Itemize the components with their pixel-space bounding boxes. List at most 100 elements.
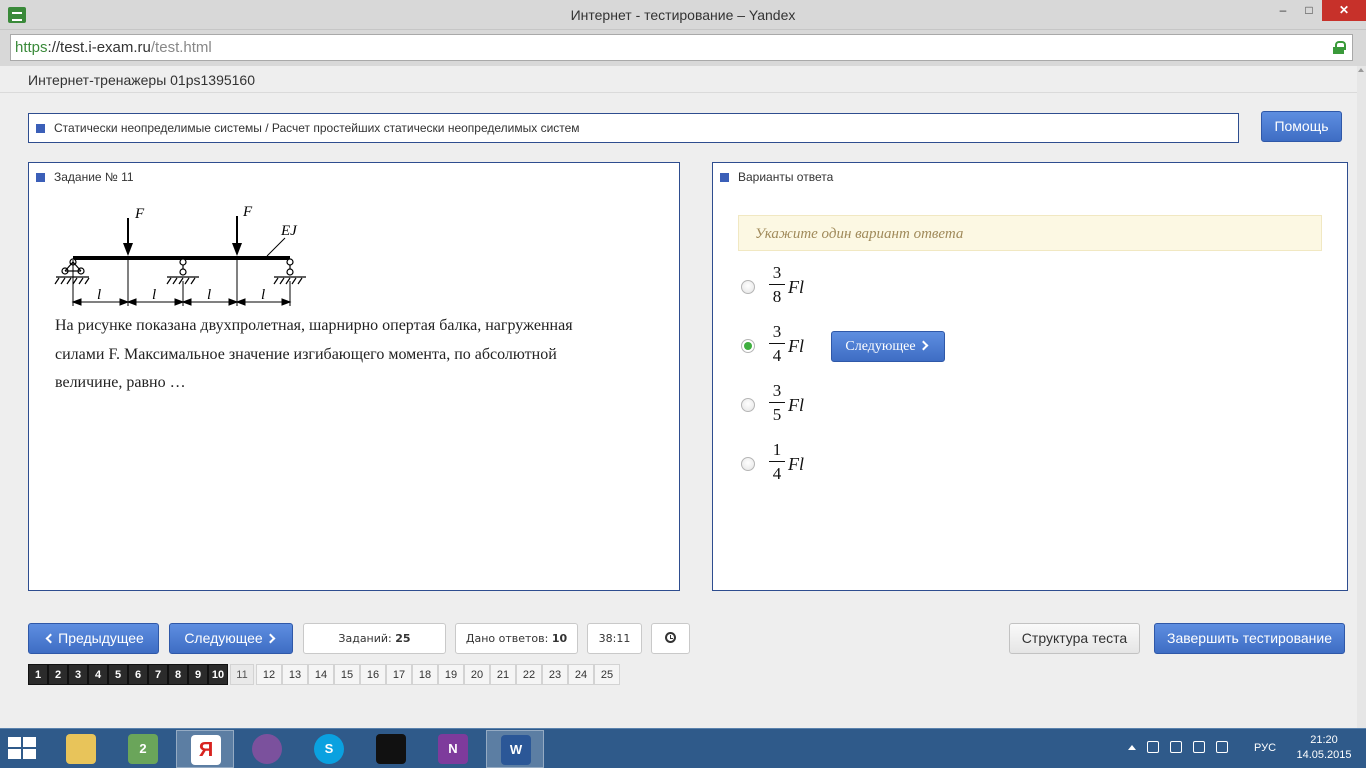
answer-next-button[interactable]: Следующее (831, 331, 945, 362)
answer-option-3[interactable]: 3 5 Fl (741, 381, 861, 433)
taskbar-maps[interactable]: 2 (114, 730, 172, 768)
volume-icon[interactable] (1216, 741, 1228, 753)
start-button[interactable] (8, 737, 38, 761)
chevron-right-icon (918, 340, 929, 351)
clock-time: 21:20 (1310, 734, 1338, 746)
tray-expand-icon[interactable] (1128, 744, 1136, 750)
force-label-2: F (242, 204, 253, 220)
radio-option-1[interactable] (741, 280, 755, 294)
alien-icon (376, 734, 406, 764)
page-button[interactable]: 14 (308, 664, 334, 685)
topic-text: Статически неопределимые системы / Расче… (54, 121, 580, 135)
page-button[interactable]: 17 (386, 664, 412, 685)
span-label-3: l (207, 287, 211, 303)
page-button[interactable]: 13 (282, 664, 308, 685)
radio-option-4[interactable] (741, 457, 755, 471)
taskbar-word[interactable]: W (486, 730, 544, 768)
page-button[interactable]: 15 (334, 664, 360, 685)
url-scheme: https (15, 39, 48, 56)
url-field[interactable]: https://test.i-exam.ru/test.html (10, 34, 1353, 61)
page-button[interactable]: 19 (438, 664, 464, 685)
close-button[interactable]: ✕ (1322, 0, 1366, 21)
flag-icon[interactable] (1147, 741, 1159, 753)
page-button[interactable]: 18 (412, 664, 438, 685)
topic-title: Статически неопределимые системы / Расче… (36, 121, 580, 135)
taskbar-skype[interactable]: S (300, 730, 358, 768)
numerator: 3 (772, 322, 782, 341)
battery-icon[interactable] (1170, 741, 1182, 753)
windows-logo-pane (8, 737, 21, 747)
answer-option-4[interactable]: 1 4 Fl (741, 440, 861, 492)
numerator: 3 (772, 263, 782, 282)
network-icon[interactable] (1193, 741, 1205, 753)
span-label-2: l (152, 287, 156, 303)
span-label-1: l (97, 287, 101, 303)
page-button-answered[interactable]: 1 (28, 664, 48, 685)
windows-logo-pane (23, 749, 36, 759)
topic-panel: Статически неопределимые системы / Расче… (28, 113, 1239, 143)
answered-count-box: Дано ответов: 10 (455, 623, 578, 654)
fraction-bar (769, 402, 785, 403)
minimize-button[interactable]: – (1270, 0, 1296, 21)
previous-button[interactable]: Предыдущее (28, 623, 159, 654)
page-button-answered[interactable]: 8 (168, 664, 188, 685)
page-button[interactable]: 25 (594, 664, 620, 685)
numerator: 1 (772, 440, 782, 459)
test-structure-button[interactable]: Структура теста (1009, 623, 1140, 654)
page-button[interactable]: 12 (256, 664, 282, 685)
answered-count: 10 (551, 632, 568, 645)
finish-test-button[interactable]: Завершить тестирование (1154, 623, 1345, 654)
option-suffix: Fl (788, 336, 804, 356)
page-button[interactable]: 22 (516, 664, 542, 685)
radio-option-2[interactable] (741, 339, 755, 353)
windows-taskbar: 2 Я S N W РУС 21:20 14.05.2015 (0, 728, 1366, 768)
page-button[interactable]: 16 (360, 664, 386, 685)
taskbar-galaxy[interactable] (362, 730, 420, 768)
taskbar-onenote[interactable]: N (424, 730, 482, 768)
page-button-answered[interactable]: 10 (208, 664, 228, 685)
tasks-count: 25 (395, 632, 411, 645)
page-title: Интернет-тренажеры 01ps1395160 (28, 72, 256, 88)
page-button[interactable]: 24 (568, 664, 594, 685)
fraction-bar (769, 461, 785, 462)
system-clock[interactable]: 21:20 14.05.2015 (1294, 733, 1354, 763)
scroll-up-icon[interactable] (1358, 68, 1364, 72)
fraction-option-4: 1 4 (769, 440, 785, 484)
page-button-answered[interactable]: 4 (88, 664, 108, 685)
page-button-answered[interactable]: 6 (128, 664, 148, 685)
next-button[interactable]: Следующее (169, 623, 293, 654)
page-button[interactable]: 20 (464, 664, 490, 685)
page-button-answered[interactable]: 5 (108, 664, 128, 685)
windows-logo-pane (23, 737, 36, 747)
page-button-current[interactable]: 11 (230, 664, 254, 685)
denominator: 4 (772, 346, 782, 365)
square-bullet-icon (36, 123, 45, 133)
skype-icon: S (314, 734, 344, 764)
dimension-line (71, 298, 292, 306)
page-button[interactable]: 21 (490, 664, 516, 685)
timer-box: 38:11 (587, 623, 642, 654)
answer-option-1[interactable]: 3 8 Fl (741, 263, 861, 315)
answers-title: Варианты ответа (720, 170, 833, 184)
page-button-answered[interactable]: 3 (68, 664, 88, 685)
language-indicator[interactable]: РУС (1254, 742, 1276, 754)
lock-icon[interactable] (1333, 41, 1346, 54)
option-suffix: Fl (788, 454, 804, 474)
radio-option-3[interactable] (741, 398, 755, 412)
help-button[interactable]: Помощь (1261, 111, 1342, 142)
taskbar-file-explorer[interactable] (52, 730, 110, 768)
denominator: 8 (772, 287, 782, 306)
tasks-label: Заданий: (338, 632, 392, 645)
maximize-button[interactable]: □ (1296, 0, 1322, 21)
page-button-answered[interactable]: 2 (48, 664, 68, 685)
chevron-right-icon (265, 633, 276, 644)
timer-toggle-button[interactable] (651, 623, 690, 654)
page-button[interactable]: 23 (542, 664, 568, 685)
taskbar-viber[interactable] (238, 730, 296, 768)
question-pager: 1 2 3 4 5 6 7 8 9 10 11 12 13 14 15 16 17 18 19 20 21 22 23 24 2… (28, 664, 620, 685)
page-button-answered[interactable]: 7 (148, 664, 168, 685)
taskbar-yandex-browser[interactable]: Я (176, 730, 234, 768)
fraction-option-3: 3 5 (769, 381, 785, 425)
page-scrollbar[interactable] (1357, 66, 1366, 728)
page-button-answered[interactable]: 9 (188, 664, 208, 685)
